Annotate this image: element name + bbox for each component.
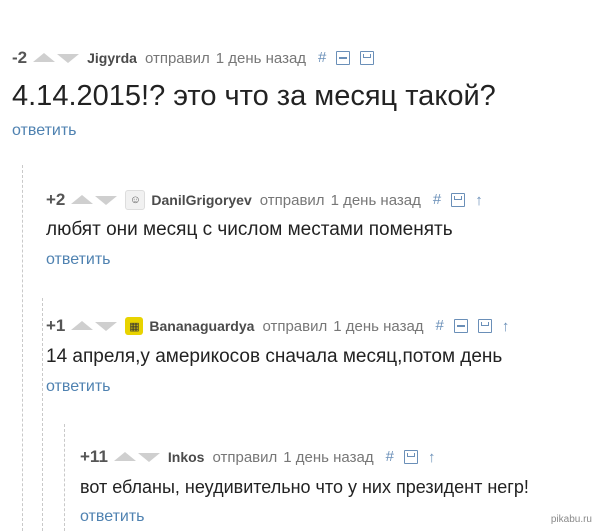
username[interactable]: Bananaguardya <box>149 318 254 334</box>
comment-text: 14 апреля,у америкосов сначала месяц,пот… <box>46 346 503 367</box>
rating: +1 <box>46 316 66 335</box>
avatar[interactable]: ▦ <box>125 317 144 335</box>
downvote-icon[interactable] <box>95 196 118 205</box>
comment-text: любят они месяц с числом местами поменят… <box>46 219 453 240</box>
upvote-icon[interactable] <box>33 53 56 62</box>
reply-link[interactable]: ответить <box>46 378 111 396</box>
reply-link[interactable]: ответить <box>46 251 111 269</box>
username[interactable]: Jigyrda <box>87 50 137 66</box>
timestamp: 1 день назад <box>215 49 307 67</box>
reply-link[interactable]: ответить <box>12 122 77 140</box>
upvote-icon[interactable] <box>113 452 136 461</box>
collapse-icon[interactable] <box>336 51 351 65</box>
vote-controls <box>71 195 118 205</box>
downvote-icon[interactable] <box>137 453 160 462</box>
save-icon[interactable] <box>477 319 492 333</box>
sent-label: отправил <box>262 317 328 335</box>
rating: -2 <box>12 48 28 67</box>
thread-line-level-3 <box>64 424 65 531</box>
rating: +2 <box>46 190 66 209</box>
thread-line-level-1 <box>22 165 23 531</box>
reply-link[interactable]: ответить <box>80 508 145 526</box>
timestamp: 1 день назад <box>330 191 421 209</box>
hash-icon[interactable]: # <box>318 49 326 67</box>
comment-text: вот ебланы, неудивительно что у них през… <box>80 477 529 497</box>
hash-icon[interactable]: # <box>433 191 441 209</box>
save-icon[interactable] <box>360 51 375 65</box>
upvote-icon[interactable] <box>71 321 94 330</box>
comment-meta: +11 Inkos отправил 1 день назад # ↑ <box>80 447 445 467</box>
comment-meta: -2 Jigyrda отправил 1 день назад # <box>12 48 384 68</box>
username[interactable]: Inkos <box>168 449 205 465</box>
timestamp: 1 день назад <box>333 317 424 335</box>
rating: +11 <box>80 447 108 466</box>
upvote-icon[interactable] <box>71 195 94 204</box>
comment-text: 4.14.2015!? это что за месяц такой? <box>12 80 496 112</box>
hash-icon[interactable]: # <box>386 448 394 466</box>
save-icon[interactable] <box>451 193 466 207</box>
username[interactable]: DanilGrigoryev <box>151 192 251 208</box>
collapse-icon[interactable] <box>453 319 468 333</box>
vote-controls <box>113 452 160 462</box>
watermark: pikabu.ru <box>550 514 592 525</box>
thread-line-level-2 <box>42 298 43 531</box>
parent-arrow-icon[interactable]: ↑ <box>502 318 510 335</box>
downvote-icon[interactable] <box>95 322 118 331</box>
vote-controls <box>71 321 118 331</box>
sent-label: отправил <box>259 191 325 209</box>
hash-icon[interactable]: # <box>436 317 444 335</box>
comment-meta: +1 ▦ Bananaguardya отправил 1 день назад… <box>46 316 519 336</box>
sent-label: отправил <box>144 49 210 67</box>
parent-arrow-icon[interactable]: ↑ <box>428 449 436 466</box>
avatar[interactable]: ☺ <box>125 190 146 210</box>
downvote-icon[interactable] <box>57 54 80 63</box>
parent-arrow-icon[interactable]: ↑ <box>475 192 483 209</box>
save-icon[interactable] <box>403 450 418 464</box>
comment-meta: +2 ☺ DanilGrigoryev отправил 1 день наза… <box>46 190 493 210</box>
vote-controls <box>33 53 80 63</box>
timestamp: 1 день назад <box>283 448 374 466</box>
sent-label: отправил <box>212 448 278 466</box>
